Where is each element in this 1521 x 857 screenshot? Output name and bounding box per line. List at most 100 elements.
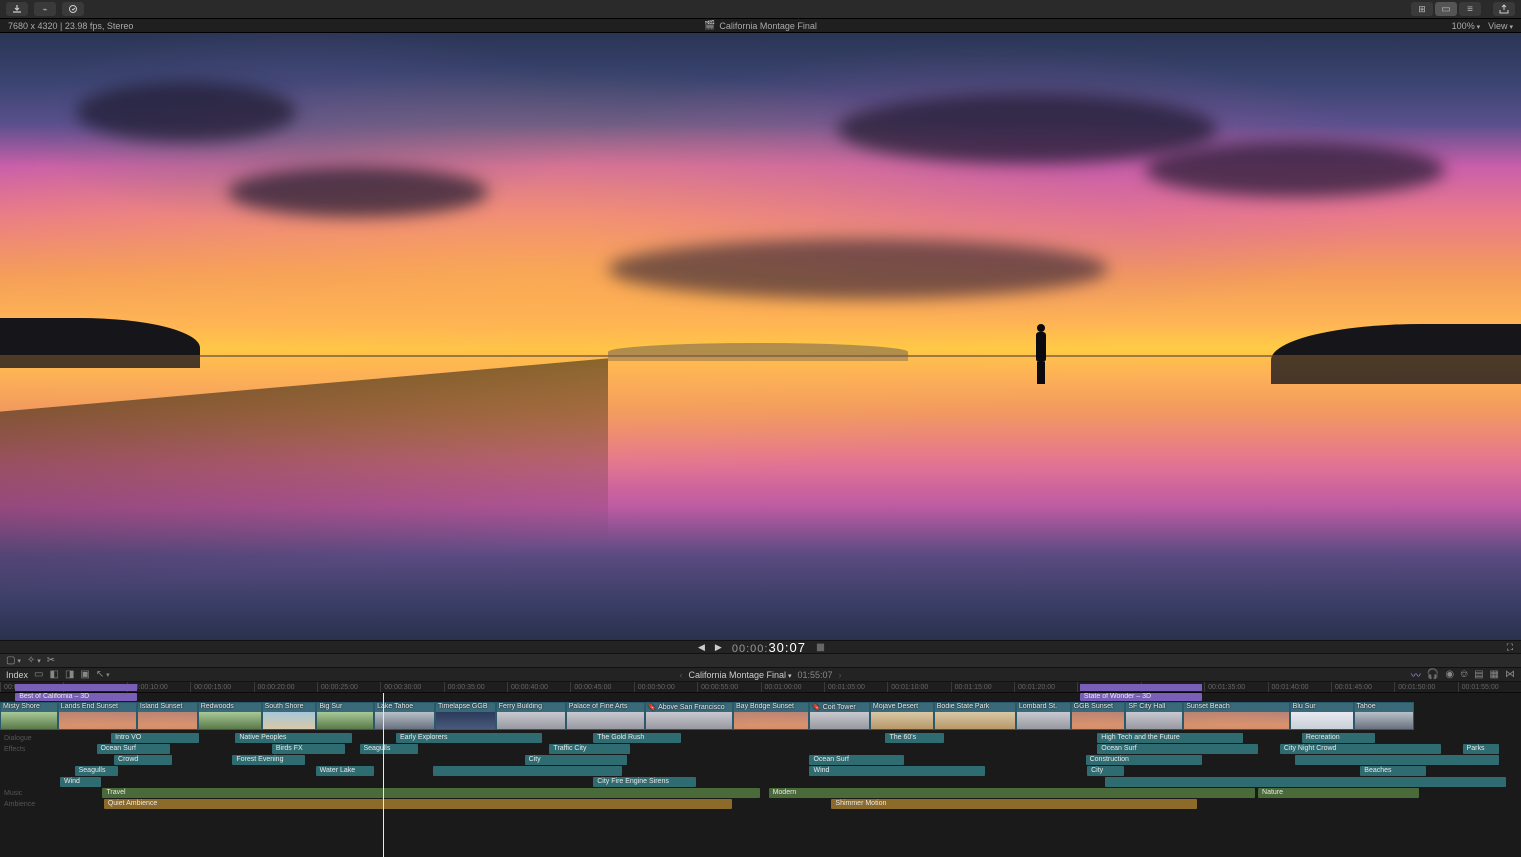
- video-clip[interactable]: SF City Hall: [1125, 702, 1183, 730]
- previous-edit-button[interactable]: ◀: [698, 642, 705, 653]
- sfx-clip[interactable]: Construction: [1086, 755, 1203, 765]
- timeline-ruler[interactable]: 00:00:00:0000:00:05:0000:00:10:0000:00:1…: [0, 682, 1521, 693]
- sfx-clip[interactable]: Forest Evening: [232, 755, 305, 765]
- amb-clip[interactable]: Quiet Ambience: [104, 799, 732, 809]
- lane-button[interactable]: ▤: [1474, 669, 1483, 680]
- dialogue-clip[interactable]: Intro VO: [111, 733, 199, 743]
- video-clip[interactable]: Big Sur: [316, 702, 374, 730]
- amb-clip[interactable]: Shimmer Motion: [831, 799, 1196, 809]
- dialogue-clip[interactable]: Recreation: [1302, 733, 1375, 743]
- effects-clip[interactable]: Birds FX: [272, 744, 345, 754]
- effects-browser-button[interactable]: ▦: [1490, 669, 1499, 680]
- viewer-canvas[interactable]: [0, 33, 1521, 640]
- overwrite-clip-button[interactable]: ▣: [80, 669, 89, 680]
- zoom-tool-button[interactable]: ✧: [27, 655, 41, 666]
- video-clip[interactable]: 🔖 Coit Tower: [809, 702, 870, 730]
- dialogue-clip[interactable]: Early Explorers: [396, 733, 542, 743]
- title-clip-marker[interactable]: [1080, 684, 1202, 691]
- music-clip[interactable]: Travel: [102, 788, 759, 798]
- effects-clip[interactable]: Parks: [1463, 744, 1500, 754]
- video-clip[interactable]: Lombard St.: [1016, 702, 1071, 730]
- video-clip[interactable]: Lands End Sunset: [58, 702, 137, 730]
- video-clip[interactable]: Ferry Building: [496, 702, 566, 730]
- insert-clip-button[interactable]: ◧: [49, 669, 58, 680]
- sfx-clip[interactable]: [1295, 755, 1500, 765]
- video-clip[interactable]: Bodie State Park: [934, 702, 1016, 730]
- music-clip[interactable]: Nature: [1258, 788, 1419, 798]
- sfx-clip[interactable]: Wind: [809, 766, 984, 776]
- video-clip[interactable]: Lake Tahoe: [374, 702, 435, 730]
- video-clip[interactable]: Tahoe: [1354, 702, 1415, 730]
- sfx-clip[interactable]: [433, 766, 623, 776]
- share-button[interactable]: [1493, 2, 1515, 16]
- timecode-display[interactable]: 00:00:30:07: [732, 640, 806, 655]
- snapping-button[interactable]: ⎊: [1460, 669, 1468, 680]
- history-forward-button[interactable]: ›: [839, 670, 842, 680]
- transitions-browser-button[interactable]: ⋈: [1505, 669, 1515, 680]
- select-tool-dropdown[interactable]: ↖: [96, 669, 110, 680]
- sfx-clip[interactable]: City Fire Engine Sirens: [593, 777, 695, 787]
- effects-clip[interactable]: Ocean Surf: [1097, 744, 1258, 754]
- video-clip[interactable]: South Shore: [262, 702, 317, 730]
- zoom-dropdown[interactable]: 100%: [1452, 21, 1481, 31]
- dialogue-clip[interactable]: High Tech and the Future: [1097, 733, 1243, 743]
- dialogue-clip[interactable]: Native Peoples: [235, 733, 352, 743]
- sfx-clip[interactable]: Seagulls: [75, 766, 119, 776]
- audio-skimming-button[interactable]: 🎧: [1427, 669, 1439, 680]
- skimming-button[interactable]: 〰: [1411, 667, 1421, 682]
- video-clip[interactable]: Mojave Desert: [870, 702, 934, 730]
- video-clip[interactable]: Island Sunset: [137, 702, 198, 730]
- ruler-tick: 00:01:10:00: [887, 682, 950, 692]
- timeline-area[interactable]: Best of California – 3D State of Wonder –…: [0, 693, 1521, 857]
- clip-appearance-button[interactable]: ▢: [6, 655, 21, 666]
- import-button[interactable]: [6, 2, 28, 16]
- sfx-clip[interactable]: Water Lake: [316, 766, 374, 776]
- ruler-tick: 00:00:45:00: [570, 682, 633, 692]
- music-track: Music TravelModernNature: [0, 788, 1521, 798]
- effects-clip[interactable]: Seagulls: [360, 744, 418, 754]
- video-clip[interactable]: Timelapse GGB: [435, 702, 496, 730]
- dialogue-clip[interactable]: The Gold Rush: [593, 733, 681, 743]
- timeline-project-name[interactable]: California Montage Final: [688, 670, 791, 680]
- video-clip[interactable]: 🔖 Above San Francisco: [645, 702, 733, 730]
- video-clip[interactable]: GGB Sunset: [1071, 702, 1126, 730]
- next-edit-button[interactable]: ▮▮: [816, 642, 823, 653]
- title-clip[interactable]: Best of California – 3D: [15, 693, 137, 701]
- sfx-clip[interactable]: Ocean Surf: [809, 755, 904, 765]
- music-clip[interactable]: Modern: [769, 788, 1256, 798]
- video-clip[interactable]: Misty Shore: [0, 702, 58, 730]
- video-clip[interactable]: Blu Sur: [1290, 702, 1354, 730]
- play-button[interactable]: ▶: [715, 642, 722, 653]
- video-clip[interactable]: Palace of Fine Arts: [566, 702, 645, 730]
- effects-clip[interactable]: Ocean Surf: [97, 744, 170, 754]
- sfx-clip[interactable]: City: [525, 755, 627, 765]
- timeline-toggle-button[interactable]: ▭: [1435, 2, 1457, 16]
- sfx-clip[interactable]: City: [1087, 766, 1124, 776]
- effects-clip[interactable]: Traffic City: [549, 744, 629, 754]
- sfx-clip[interactable]: Beaches: [1360, 766, 1426, 776]
- background-tasks-button[interactable]: [62, 2, 84, 16]
- sfx-clip[interactable]: Wind: [60, 777, 101, 787]
- timeline-index-button[interactable]: Index: [6, 670, 28, 680]
- dialogue-clip[interactable]: The 60's: [885, 733, 943, 743]
- track-label: Dialogue: [0, 735, 60, 742]
- history-back-button[interactable]: ‹: [679, 670, 682, 680]
- browser-toggle-button[interactable]: ⊞: [1411, 2, 1433, 16]
- fullscreen-button[interactable]: ⛶: [1507, 642, 1513, 653]
- video-clip[interactable]: Redwoods: [198, 702, 262, 730]
- connect-clip-button[interactable]: ▭: [34, 669, 43, 680]
- append-clip-button[interactable]: ◨: [65, 669, 74, 680]
- video-clip[interactable]: Sunset Beach: [1183, 702, 1289, 730]
- title-clip-marker[interactable]: [15, 684, 137, 691]
- inspector-toggle-button[interactable]: ≡: [1459, 2, 1481, 16]
- sfx-clip[interactable]: Crowd: [114, 755, 172, 765]
- ruler-tick: 00:00:35:00: [444, 682, 507, 692]
- solo-button[interactable]: ◉: [1445, 669, 1454, 680]
- trim-tool-button[interactable]: ✂: [47, 655, 55, 666]
- video-clip[interactable]: Bay Bridge Sunset: [733, 702, 809, 730]
- title-clip[interactable]: State of Wonder – 3D: [1080, 693, 1202, 701]
- effects-clip[interactable]: City Night Crowd: [1280, 744, 1441, 754]
- sfx-clip[interactable]: [1105, 777, 1507, 787]
- view-dropdown[interactable]: View: [1488, 21, 1513, 31]
- keyword-button[interactable]: ⌁: [34, 2, 56, 16]
